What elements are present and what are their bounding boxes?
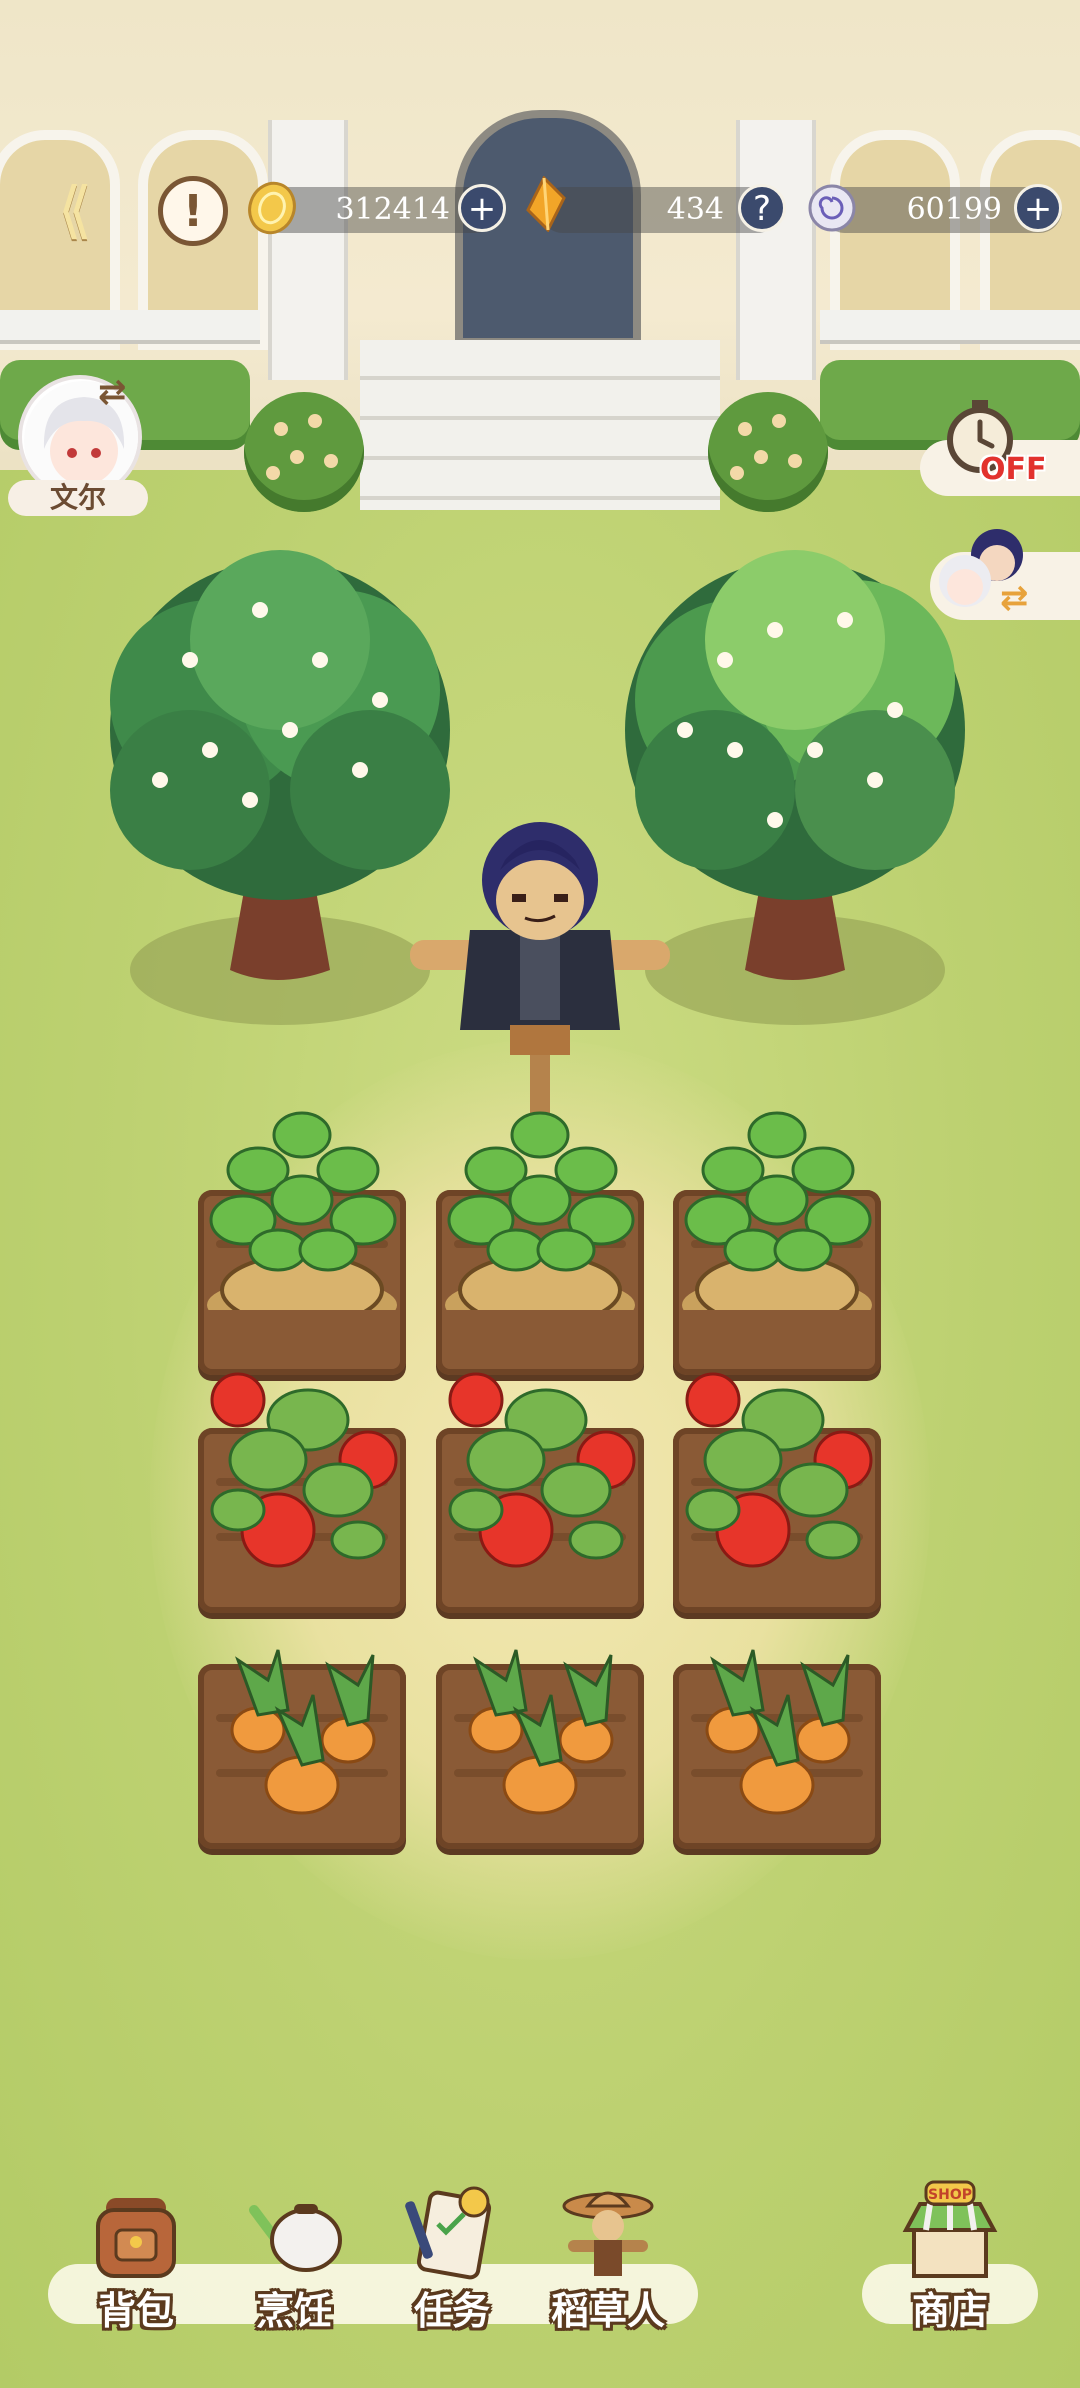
cooking-pot-icon	[249, 2204, 342, 2272]
amber-crystal-icon	[526, 176, 566, 232]
bag-button[interactable]: 背包	[66, 2180, 206, 2333]
shop-label: 商店	[911, 2289, 988, 2333]
backpack-icon	[96, 2198, 176, 2278]
tomato-crop[interactable]	[673, 1340, 881, 1570]
mansion-pillar	[736, 120, 816, 380]
carrot-crop[interactable]	[436, 1620, 644, 1850]
potato-crop[interactable]	[436, 1080, 644, 1310]
scarecrow-icon	[562, 2191, 654, 2276]
scarecrow-label: 稻草人	[550, 2289, 665, 2333]
shop-sign-text: SHOP	[928, 2187, 972, 2203]
balustrade	[0, 310, 260, 344]
token-value: 60199	[906, 192, 1002, 227]
tomato-crop[interactable]	[198, 1340, 406, 1570]
carrot-crop[interactable]	[673, 1620, 881, 1850]
tomato-crop[interactable]	[436, 1340, 644, 1570]
mansion-stairs	[360, 340, 720, 510]
character-name: 文尔	[8, 480, 148, 516]
crystal-help-button[interactable]: ?	[738, 184, 786, 232]
quest-clipboard-icon	[405, 2186, 492, 2280]
flower-bush	[244, 392, 364, 512]
spiral-token-icon	[808, 184, 856, 232]
quest-label: 任务	[413, 2289, 490, 2333]
balustrade	[820, 310, 1080, 344]
cook-button[interactable]: 烹饪	[224, 2180, 364, 2333]
crystal-value: 434	[666, 192, 724, 227]
flower-bush	[708, 392, 828, 512]
potato-crop[interactable]	[673, 1080, 881, 1310]
gold-coin-icon	[248, 181, 296, 235]
add-token-button[interactable]: +	[1014, 184, 1062, 232]
swap-arrows-icon: ⇄	[1000, 578, 1029, 618]
quest-button[interactable]: 任务	[382, 2180, 522, 2333]
potato-crop[interactable]	[198, 1080, 406, 1310]
swap-arrows-icon[interactable]: ⇄	[98, 372, 127, 412]
add-gold-button[interactable]: +	[458, 184, 506, 232]
cook-label: 烹饪	[255, 2289, 332, 2333]
auto-timer-state: OFF	[980, 452, 1047, 487]
scarecrow-button[interactable]: 稻草人	[538, 2180, 678, 2333]
gold-value: 312414	[335, 192, 450, 227]
shop-button[interactable]: SHOP 商店	[880, 2180, 1020, 2333]
bag-label: 背包	[97, 2289, 174, 2333]
mansion-pillar	[268, 120, 348, 380]
shop-stall-icon: SHOP	[902, 2180, 998, 2278]
exclamation-icon[interactable]: !	[158, 176, 228, 246]
carrot-crop[interactable]	[198, 1620, 406, 1850]
back-arrow-icon[interactable]: ⟪	[30, 170, 120, 250]
